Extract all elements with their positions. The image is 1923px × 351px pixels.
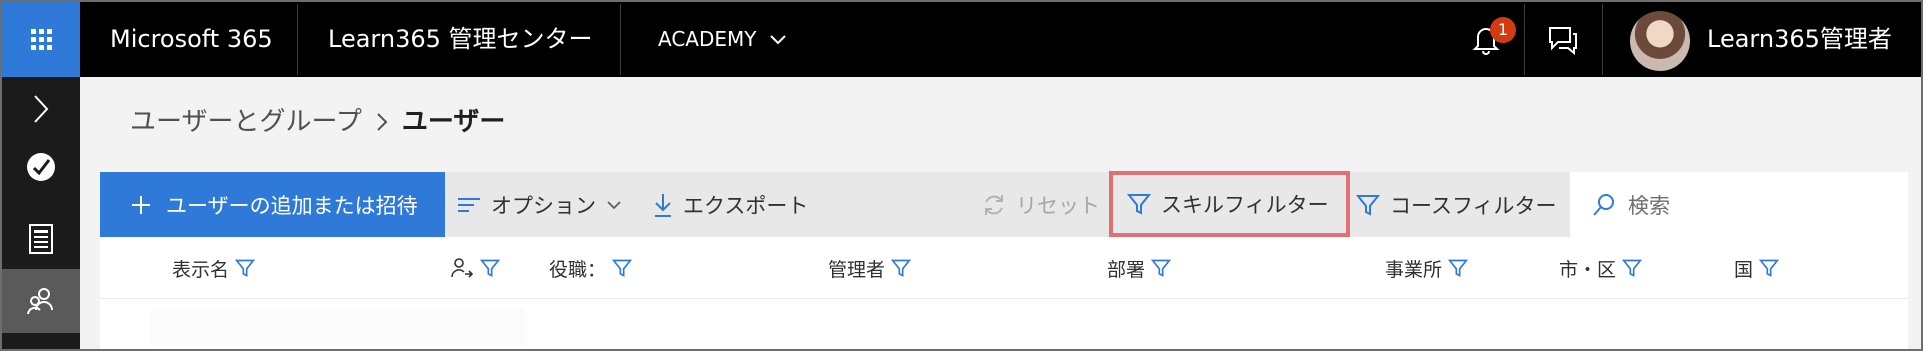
skill-filter-label: スキルフィルター <box>1161 193 1329 217</box>
waffle-icon <box>30 29 52 50</box>
column-label: 表示名 <box>172 258 230 281</box>
nav-item-tasks[interactable] <box>2 135 80 199</box>
export-button[interactable]: エクスポート <box>653 172 808 237</box>
check-circle-icon <box>27 153 55 181</box>
column-header-city[interactable]: 市・区 <box>1559 237 1643 299</box>
chevron-down-icon <box>607 200 621 209</box>
column-label: 管理者 <box>828 258 886 281</box>
reset-button[interactable]: リセット <box>982 172 1100 237</box>
feedback-button[interactable] <box>1525 2 1601 77</box>
column-label: 役職： <box>549 258 607 281</box>
divider <box>620 4 621 75</box>
column-header-manager[interactable]: 管理者 <box>828 237 912 299</box>
filter-icon[interactable] <box>1759 258 1780 278</box>
download-icon <box>655 193 671 217</box>
search-placeholder: 検索 <box>1628 193 1670 218</box>
filter-icon[interactable] <box>235 258 256 278</box>
column-label: 国 <box>1734 258 1754 281</box>
table-body <box>100 299 1908 349</box>
column-header-role[interactable]: 役職： <box>549 237 633 299</box>
loading-placeholder <box>150 309 525 345</box>
export-label: エクスポート <box>683 193 809 218</box>
filter-icon[interactable] <box>1622 258 1643 278</box>
search-input[interactable]: 検索 <box>1570 172 1908 237</box>
options-lines-icon <box>458 197 480 212</box>
reset-label: リセット <box>1016 193 1100 218</box>
top-bar: Microsoft 365 Learn365 管理センター ACADEMY 1 <box>2 2 1921 77</box>
column-label: 市・区 <box>1559 258 1617 281</box>
column-header-user-type[interactable] <box>450 237 500 299</box>
document-list-icon <box>29 224 53 254</box>
nav-item-reports[interactable] <box>2 207 80 271</box>
person-arrow-icon <box>451 258 474 278</box>
filter-icon <box>1127 194 1151 215</box>
notifications-button[interactable]: 1 <box>1448 2 1524 77</box>
left-nav-rail <box>2 77 80 349</box>
app-title[interactable]: Learn365 管理センター <box>328 2 593 77</box>
page-title: ユーザー <box>401 107 506 137</box>
brand-name[interactable]: Microsoft 365 <box>110 2 273 77</box>
filter-icon[interactable] <box>1448 258 1469 278</box>
expand-nav-button[interactable] <box>2 77 80 141</box>
tenant-name: ACADEMY <box>658 27 757 51</box>
filter-icon[interactable] <box>1151 258 1172 278</box>
notification-badge: 1 <box>1490 17 1516 43</box>
user-name[interactable]: Learn365管理者 <box>1707 2 1892 77</box>
breadcrumb: ユーザーとグループ ユーザー <box>130 102 505 142</box>
filter-icon[interactable] <box>891 258 912 278</box>
divider <box>297 4 298 75</box>
tenant-switcher[interactable]: ACADEMY <box>658 2 787 77</box>
refresh-icon <box>985 194 1003 215</box>
options-menu-button[interactable]: オプション <box>457 172 622 237</box>
course-filter-button[interactable]: コースフィルター <box>1356 172 1557 237</box>
divider <box>1602 4 1603 75</box>
column-header-office[interactable]: 事業所 <box>1385 237 1469 299</box>
column-header-department[interactable]: 部署 <box>1107 237 1172 299</box>
chevron-right-icon <box>34 95 49 123</box>
command-bar: ユーザーの追加または招待 オプション エクスポート リセット スキルフィルター … <box>100 171 1908 237</box>
add-invite-user-label: ユーザーの追加または招待 <box>166 193 418 218</box>
column-header-country[interactable]: 国 <box>1734 237 1780 299</box>
app-window: Microsoft 365 Learn365 管理センター ACADEMY 1 <box>0 0 1923 351</box>
breadcrumb-parent-link[interactable]: ユーザーとグループ <box>130 102 362 142</box>
filter-icon[interactable] <box>612 258 633 278</box>
filter-icon <box>1356 194 1380 216</box>
options-label: オプション <box>491 193 596 218</box>
column-label: 事業所 <box>1385 258 1443 281</box>
column-label: 部署 <box>1107 258 1146 281</box>
plus-icon <box>132 195 150 214</box>
app-launcher-button[interactable] <box>2 2 80 77</box>
table-header-row: 表示名 役職： 管理者 部署 事業所 市・区 国 <box>100 237 1908 299</box>
people-icon <box>27 288 53 315</box>
column-header-display-name[interactable]: 表示名 <box>172 237 256 299</box>
course-filter-label: コースフィルター <box>1390 193 1557 218</box>
skill-filter-button[interactable]: スキルフィルター <box>1109 171 1350 237</box>
search-icon <box>1593 193 1614 216</box>
chevron-right-icon <box>377 113 388 131</box>
filter-icon[interactable] <box>480 258 500 278</box>
avatar[interactable] <box>1630 11 1690 71</box>
nav-item-users[interactable] <box>2 269 80 333</box>
chevron-down-icon <box>769 34 786 44</box>
feedback-icon <box>1549 26 1577 55</box>
add-invite-user-button[interactable]: ユーザーの追加または招待 <box>100 172 445 237</box>
